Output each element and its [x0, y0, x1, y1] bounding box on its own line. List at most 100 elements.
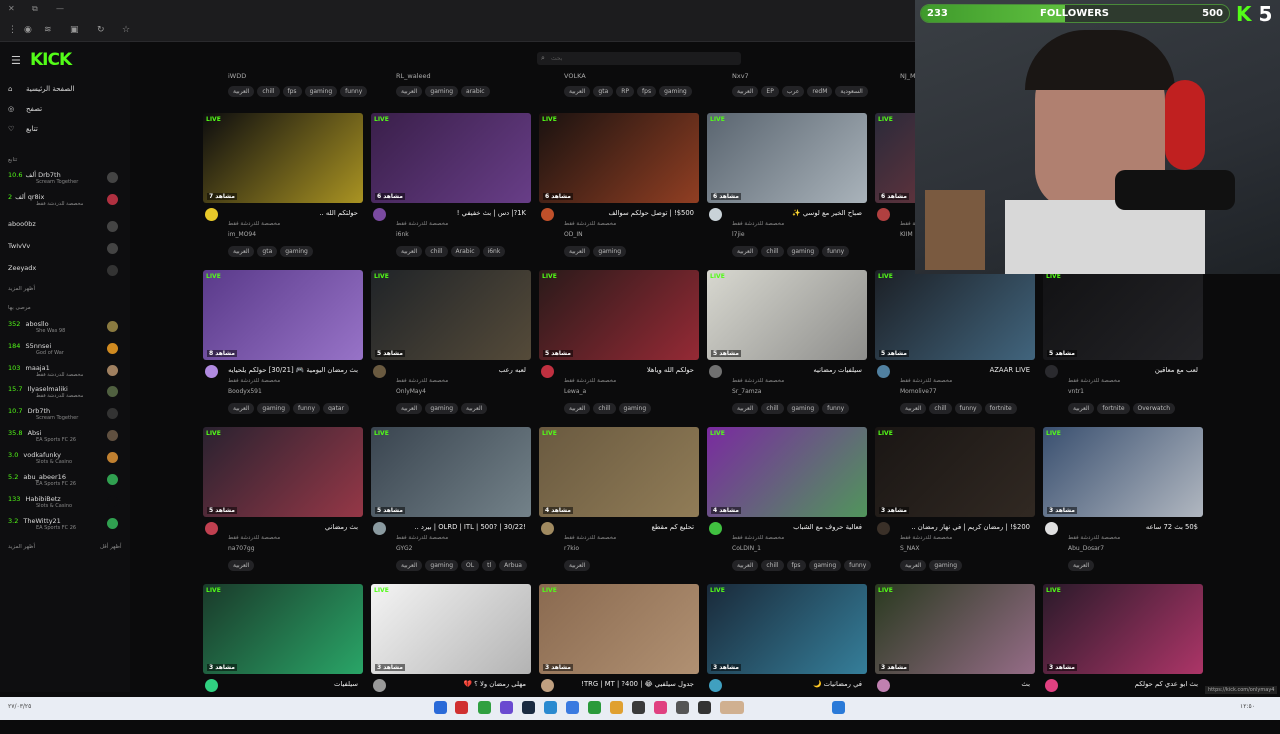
stream-title[interactable]: في رمضانيات 🌙	[727, 680, 862, 688]
channel-name[interactable]: Nxv7	[732, 72, 749, 80]
stream-card[interactable]: LIVE 6 مشاهد صباح الخير مع لوسي ✨ مخصصة للد…	[707, 113, 867, 263]
stream-title[interactable]: سيلفيات	[223, 680, 358, 688]
nav-item-home[interactable]: ⌂ الصفحة الرئيسية	[8, 85, 123, 93]
stream-thumbnail[interactable]: LIVE 8 مشاهد	[203, 270, 363, 360]
tag-chip[interactable]: gaming	[786, 403, 820, 414]
tag-chip[interactable]: Arabic	[450, 246, 480, 257]
stream-title[interactable]: مهلى رمضان ولا ؟ 💔	[391, 680, 526, 688]
app-icon[interactable]	[455, 701, 468, 714]
sidebar-channel[interactable]: 3.2 TheWitty21 EA Sports FC 26	[8, 517, 122, 535]
tag-chip[interactable]: Overwatch	[1132, 403, 1176, 414]
tag-chip[interactable]: funny	[822, 246, 850, 257]
tag-chip[interactable]: redM	[807, 86, 833, 97]
avatar[interactable]	[373, 208, 386, 221]
sidebar-channel[interactable]: 2 ألف qr8ix مخصصة للدردشة فقط	[8, 193, 122, 211]
stream-thumbnail[interactable]: LIVE 6 مشاهد	[371, 113, 531, 203]
tag-chip[interactable]: chill	[761, 560, 784, 571]
stream-category[interactable]: مخصصة للدردشة فقط	[396, 378, 448, 384]
tag-chip[interactable]: العربية	[1068, 403, 1095, 414]
tag-chip[interactable]: chill	[593, 403, 616, 414]
tabs-icon[interactable]: ▣	[70, 25, 79, 35]
tag-chip[interactable]: العربية	[396, 560, 423, 571]
stream-thumbnail[interactable]: LIVE 3 مشاهد	[539, 584, 699, 674]
channel-name[interactable]: l7jie	[732, 231, 745, 238]
stream-category[interactable]: مخصصة للدردشة فقط	[396, 535, 448, 541]
tag-chip[interactable]: gaming	[257, 403, 291, 414]
tag-chip[interactable]: fps	[786, 560, 806, 571]
channel-name[interactable]: Sr_7amza	[732, 388, 761, 395]
tag-chip[interactable]: funny	[340, 86, 368, 97]
stream-category[interactable]: مخصصة للدردشة فقط	[732, 535, 784, 541]
stream-card[interactable]: LIVE 5 مشاهد لعب مع معاقين مخصصة للدردشة فق…	[1043, 270, 1203, 420]
channel-name[interactable]: Abu_Dosar7	[1068, 545, 1104, 552]
tag-chip[interactable]: gaming	[425, 560, 459, 571]
tag-chip[interactable]: العربية	[900, 560, 927, 571]
tag-chip[interactable]: gaming	[280, 246, 313, 257]
chrome-icon[interactable]	[566, 701, 579, 714]
tag-chip[interactable]: chill	[425, 246, 448, 257]
stream-thumbnail[interactable]: LIVE 3 مشاهد	[203, 584, 363, 674]
stream-card[interactable]: LIVE 4 مشاهد تحليع كم مقطع مخصصة للدردشة فق…	[539, 427, 699, 577]
avatar[interactable]	[205, 522, 218, 535]
avatar[interactable]	[1045, 522, 1058, 535]
tag-chip[interactable]: tl	[482, 560, 497, 571]
tag-chip[interactable]: Arbua	[499, 560, 527, 571]
stream-category[interactable]: مخصصة للدردشة فقط	[228, 535, 280, 541]
stream-thumbnail[interactable]: LIVE 3 مشاهد	[371, 584, 531, 674]
stream-card[interactable]: LIVE 5 مشاهد AZAAR LIVE مخصصة للدردشة فقط Mo…	[875, 270, 1035, 420]
tag-chip[interactable]: العربية	[228, 403, 255, 414]
stream-card[interactable]: LIVE 5 مشاهد بث رمضاني مخصصة للدردشة فقط na7…	[203, 427, 363, 577]
avatar[interactable]	[709, 679, 722, 692]
avatar[interactable]	[1045, 365, 1058, 378]
tag-chip[interactable]: chill	[257, 86, 280, 97]
stream-thumbnail[interactable]: LIVE 6 مشاهد	[707, 113, 867, 203]
sidebar-channel[interactable]: 184 S5nnsei God of War	[8, 342, 122, 360]
stream-title[interactable]: AZAAR LIVE	[895, 366, 1030, 374]
stream-thumbnail[interactable]: LIVE 5 مشاهد	[707, 270, 867, 360]
tag-chip[interactable]: العربية	[564, 246, 591, 257]
sidebar-channel[interactable]: 352 abosllo She Was 98	[8, 320, 122, 338]
stream-title[interactable]: 50$ بث 72 ساعه	[1063, 523, 1198, 531]
avatar[interactable]	[541, 679, 554, 692]
stream-thumbnail[interactable]: LIVE 4 مشاهد	[707, 427, 867, 517]
tag-chip[interactable]: gaming	[659, 86, 692, 97]
stream-category[interactable]: مخصصة للدردشة فقط	[564, 378, 616, 384]
tag-chip[interactable]: RP	[616, 86, 635, 97]
tag-chip[interactable]: العربية	[564, 403, 591, 414]
channel-name[interactable]: OnlyMay4	[396, 388, 426, 395]
stream-card[interactable]: LIVE 4 مشاهد فعالية حروف مع الشباب مخصصة لل…	[707, 427, 872, 577]
stream-thumbnail[interactable]: LIVE 5 مشاهد	[1043, 270, 1203, 360]
tag-chip[interactable]: arabic	[461, 86, 490, 97]
stream-title[interactable]: بث ابو عدي كم حولكم	[1063, 680, 1198, 688]
stream-thumbnail[interactable]: LIVE 3 مشاهد	[875, 427, 1035, 517]
stream-thumbnail[interactable]: LIVE 5 مشاهد	[371, 427, 531, 517]
discord-icon[interactable]	[500, 701, 513, 714]
tag-chip[interactable]: العربية	[732, 86, 759, 97]
stream-card[interactable]: LIVE 5 مشاهد لعبه رعب مخصصة للدردشة فقط Only…	[371, 270, 531, 420]
avatar[interactable]	[373, 679, 386, 692]
avatar[interactable]	[541, 522, 554, 535]
tag-chip[interactable]: العربية	[396, 403, 423, 414]
avatar[interactable]	[877, 365, 890, 378]
stream-category[interactable]: مخصصة للدردشة فقط	[564, 535, 616, 541]
tag-chip[interactable]: gaming	[425, 403, 459, 414]
channel-name[interactable]: S_NAX	[900, 545, 920, 552]
channel-name[interactable]: OD_IN	[564, 231, 583, 238]
tag-chip[interactable]: funny	[293, 403, 321, 414]
stream-category[interactable]: مخصصة للدردشة فقط	[732, 221, 784, 227]
stream-title[interactable]: سيلفيات رمضانيه	[727, 366, 862, 374]
channel-name[interactable]: Boodyx591	[228, 388, 262, 395]
avatar[interactable]	[877, 522, 890, 535]
browser-icon[interactable]	[434, 701, 447, 714]
sidebar-channel[interactable]: Zeeyadx	[8, 264, 122, 282]
channel-name[interactable]: Lewa_a	[564, 388, 586, 395]
search-input[interactable]: ⌕ بحث	[537, 52, 741, 65]
channel-name[interactable]: vntr1	[1068, 388, 1084, 395]
tag-chip[interactable]: العربية	[1068, 560, 1095, 571]
history-icon[interactable]: ↻	[97, 25, 105, 35]
star-icon[interactable]: ☆	[122, 25, 130, 35]
avatar[interactable]	[205, 679, 218, 692]
stream-title[interactable]: بث رمضاني	[223, 523, 358, 531]
steam-icon[interactable]	[522, 701, 535, 714]
tag-chip[interactable]: qatar	[323, 403, 350, 414]
